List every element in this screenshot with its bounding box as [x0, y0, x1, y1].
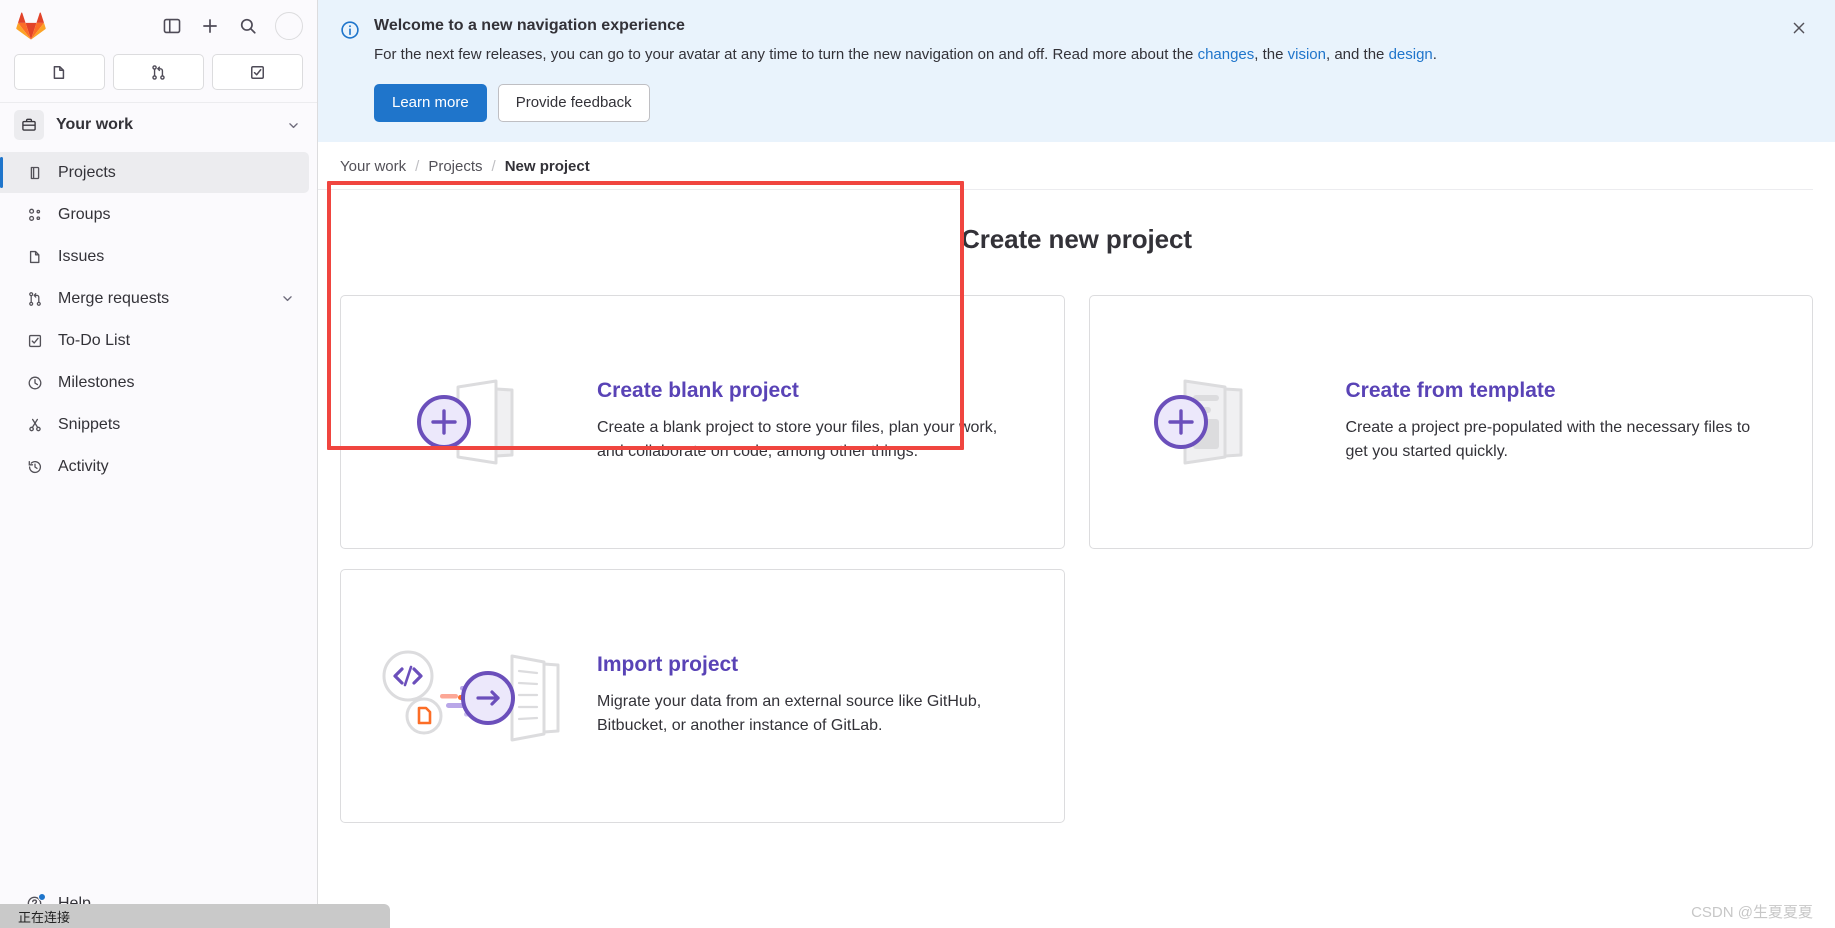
sidebar-section-label: Your work	[56, 116, 134, 133]
learn-more-button[interactable]: Learn more	[374, 83, 487, 122]
snippets-scissors-icon	[26, 416, 43, 433]
merge-requests-quick-icon[interactable]	[113, 54, 204, 90]
breadcrumb-list: Your work / Projects / New project	[340, 158, 590, 175]
sidebar-section-your-work[interactable]: Your work	[0, 103, 317, 147]
gitlab-app-window: Your work Projects Groups Issues Merge r…	[0, 0, 1835, 928]
card-title: Create blank project	[597, 378, 799, 402]
sidebar-item-label: To-Do List	[58, 331, 131, 349]
chevron-down-icon[interactable]	[280, 291, 295, 306]
vision-link[interactable]: vision	[1288, 46, 1326, 63]
browser-status-bar: 正在连接	[0, 904, 390, 928]
sidebar-item-merge-requests[interactable]: Merge requests	[0, 278, 309, 319]
create-from-template-card[interactable]: Create from template Create a project pr…	[1088, 294, 1813, 549]
breadcrumb-separator: /	[415, 157, 420, 175]
card-body: Create from template Create a project pr…	[1346, 379, 1777, 465]
gitlab-logo[interactable]	[16, 12, 46, 40]
sidebar-header	[0, 0, 317, 52]
help-notification-dot	[38, 893, 46, 901]
search-icon[interactable]	[231, 9, 265, 43]
breadcrumb: Your work / Projects / New project	[318, 142, 1813, 190]
issues-icon	[26, 248, 43, 265]
avatar[interactable]	[275, 12, 303, 40]
card-body: Import project Migrate your data from an…	[597, 653, 1028, 739]
sidebar-nav-list: Projects Groups Issues Merge requests To…	[0, 147, 317, 488]
sidebar-item-label: Activity	[58, 457, 109, 475]
watermark: CSDN @生夏夏夏	[1691, 904, 1813, 921]
card-description: Create a project pre-populated with the …	[1345, 418, 1751, 461]
design-link[interactable]: design	[1389, 46, 1433, 63]
breadcrumb-item-new-project: New project	[504, 157, 590, 175]
info-circle-icon	[340, 20, 360, 122]
sidebar-item-label: Groups	[58, 205, 111, 223]
sidebar-item-label: Snippets	[58, 415, 121, 433]
card-description: Migrate your data from an external sourc…	[597, 692, 982, 735]
projects-icon	[26, 164, 43, 181]
sidebar-item-snippets[interactable]: Snippets	[0, 404, 309, 445]
card-title: Create from template	[1345, 378, 1556, 402]
sidebar-item-groups[interactable]: Groups	[0, 194, 309, 235]
page-content: Create new project Create blank project …	[318, 190, 1835, 823]
issues-quick-icon[interactable]	[14, 54, 105, 90]
milestones-clock-icon	[26, 374, 43, 391]
sidebar-item-milestones[interactable]: Milestones	[0, 362, 309, 403]
import-project-card[interactable]: Import project Migrate your data from an…	[340, 568, 1065, 823]
sidebar-item-label: Merge requests	[58, 289, 170, 307]
new-item-icon[interactable]	[193, 9, 227, 43]
create-blank-project-card[interactable]: Create blank project Create a blank proj…	[340, 294, 1065, 549]
blank-project-icon	[371, 367, 571, 477]
project-type-card-grid: Create blank project Create a blank proj…	[340, 294, 1813, 823]
card-description: Create a blank project to store your fil…	[597, 418, 998, 461]
banner-text-3: , and the	[1326, 46, 1389, 63]
card-body: Create blank project Create a blank proj…	[597, 379, 1028, 465]
todo-quick-icon[interactable]	[212, 54, 303, 90]
groups-icon	[26, 206, 43, 223]
main-content: Welcome to a new navigation experience F…	[318, 0, 1835, 928]
banner-actions: Learn more Provide feedback	[374, 83, 1811, 122]
banner-description: For the next few releases, you can go to…	[374, 44, 1811, 66]
page-title: Create new project	[961, 223, 1192, 254]
todo-icon	[26, 332, 43, 349]
sidebar-item-todo-list[interactable]: To-Do List	[0, 320, 309, 361]
banner-body: Welcome to a new navigation experience F…	[374, 16, 1811, 122]
sidebar: Your work Projects Groups Issues Merge r…	[0, 0, 332, 928]
sidebar-item-projects[interactable]: Projects	[0, 152, 309, 193]
banner-text-1: For the next few releases, you can go to…	[374, 46, 1198, 63]
work-briefcase-icon	[14, 110, 44, 140]
sidebar-toggle-icon[interactable]	[155, 9, 189, 43]
sidebar-item-label: Issues	[58, 247, 105, 265]
provide-feedback-button[interactable]: Provide feedback	[497, 83, 650, 122]
chevron-down-icon[interactable]	[286, 118, 301, 133]
merge-requests-icon	[26, 290, 43, 307]
status-text: 正在连接	[18, 909, 71, 925]
banner-text-4: .	[1432, 46, 1437, 63]
card-title: Import project	[597, 652, 739, 676]
activity-history-icon	[26, 458, 43, 475]
breadcrumb-separator: /	[491, 157, 496, 175]
sidebar-item-label: Projects	[58, 163, 116, 181]
sidebar-item-issues[interactable]: Issues	[0, 236, 309, 277]
navigation-announcement-banner: Welcome to a new navigation experience F…	[318, 0, 1835, 142]
breadcrumb-item-projects[interactable]: Projects	[428, 158, 482, 175]
close-icon[interactable]	[1785, 14, 1813, 42]
breadcrumb-item-your-work[interactable]: Your work	[340, 158, 406, 175]
changes-link[interactable]: changes	[1198, 46, 1255, 63]
sidebar-item-activity[interactable]: Activity	[0, 446, 309, 487]
template-project-icon	[1120, 367, 1320, 477]
banner-title: Welcome to a new navigation experience	[374, 17, 685, 34]
sidebar-item-label: Milestones	[58, 373, 135, 391]
import-project-icon	[371, 638, 571, 753]
sidebar-quick-actions	[0, 52, 317, 102]
banner-text-2: , the	[1254, 46, 1288, 63]
